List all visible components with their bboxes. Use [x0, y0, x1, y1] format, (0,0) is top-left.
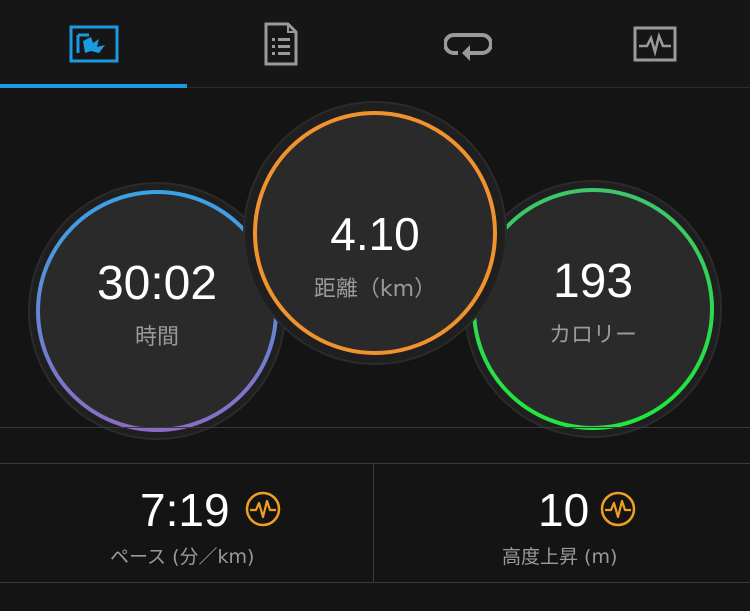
elevation-value: 10: [538, 484, 590, 536]
tab-summary[interactable]: [0, 0, 187, 88]
distance-ring: 4.10 距離（km）: [245, 103, 505, 363]
graph-icon: [633, 26, 676, 62]
pulse-icon[interactable]: [245, 491, 281, 527]
tab-details[interactable]: [187, 0, 374, 88]
pace-stat[interactable]: 7:19 ペース (分／km): [0, 463, 373, 583]
laps-icon: [443, 33, 492, 61]
tab-bar: [0, 0, 750, 88]
distance-value: 4.10: [330, 208, 420, 260]
summary-icon: [69, 25, 118, 63]
elevation-stat[interactable]: 10 高度上昇 (m): [374, 463, 747, 583]
distance-label: 距離（km）: [313, 277, 437, 302]
details-icon: [264, 22, 297, 66]
tab-graph[interactable]: [561, 0, 748, 88]
tab-laps[interactable]: [374, 0, 561, 88]
elevation-label: 高度上昇 (m): [502, 546, 618, 568]
pace-label: ペース (分／km): [110, 546, 255, 568]
pulse-icon[interactable]: [600, 491, 636, 527]
summary-rings: 30:02 時間 193 カロリー 4.10 距離（km）: [0, 88, 750, 438]
rings-divider: [0, 427, 750, 428]
pace-value: 7:19: [140, 484, 230, 536]
